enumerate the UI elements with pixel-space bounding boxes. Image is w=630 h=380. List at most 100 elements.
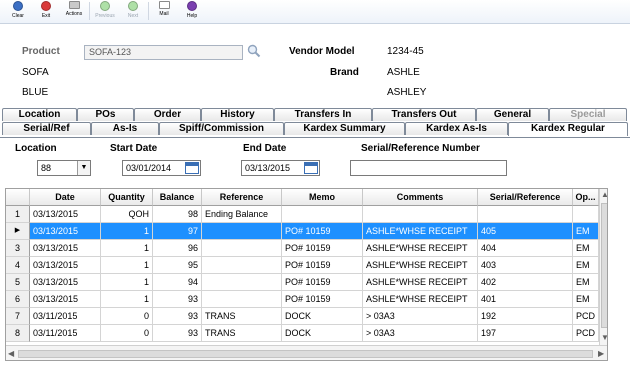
tab-kardex-as-is[interactable]: Kardex As-Is <box>405 122 508 135</box>
column-header-balance[interactable]: Balance <box>153 189 202 206</box>
cell-reference <box>202 223 282 240</box>
location-value: 88 <box>41 163 52 173</box>
column-header-serial-reference[interactable]: Serial/Reference <box>478 189 573 206</box>
row-number[interactable]: 7 <box>6 308 30 325</box>
vertical-scroll-thumb[interactable] <box>601 203 607 328</box>
clear-button[interactable]: Clear <box>4 0 32 22</box>
row-number[interactable]: 3 <box>6 240 30 257</box>
table-row[interactable]: 4 03/13/2015 1 95 PO# 10159 ASHLE*WHSE RECEIP… <box>6 257 599 274</box>
column-header-op[interactable]: Op... <box>573 189 599 206</box>
column-header-memo[interactable]: Memo <box>282 189 363 206</box>
column-header-quantity[interactable]: Quantity <box>101 189 153 206</box>
tab-special[interactable]: Special <box>549 108 627 121</box>
scroll-right-icon[interactable]: ▶ <box>598 349 604 358</box>
tab-kardex-regular[interactable]: Kardex Regular <box>508 122 628 136</box>
location-label: Location <box>15 143 57 154</box>
exit-icon <box>41 1 51 11</box>
cell-comments: ASHLE*WHSE RECEIPT <box>363 291 478 308</box>
brand-value: ASHLE <box>387 67 420 78</box>
previous-icon <box>100 1 110 11</box>
cell-op: EM <box>573 257 599 274</box>
cell-reference <box>202 291 282 308</box>
start-date-label: Start Date <box>110 143 158 154</box>
previous-button[interactable]: Previous <box>91 0 119 22</box>
table-row[interactable]: 1 03/13/2015 QOH 98 Ending Balance <box>6 206 599 223</box>
column-header-date[interactable]: Date <box>30 189 101 206</box>
tab-spiff-commission[interactable]: Spiff/Commission <box>159 122 284 135</box>
table-row[interactable]: ▶ 03/13/2015 1 97 PO# 10159 ASHLE*WHSE RECEIP… <box>6 223 599 240</box>
table-row[interactable]: 7 03/11/2015 0 93 TRANS DOCK > 03A3 192 PCD <box>6 308 599 325</box>
cell-reference <box>202 274 282 291</box>
brand-description: ASHLEY <box>387 87 427 98</box>
row-number[interactable]: 4 <box>6 257 30 274</box>
row-number[interactable]: 1 <box>6 206 30 223</box>
tab-as-is[interactable]: As-Is <box>91 122 159 135</box>
table-row[interactable]: 3 03/13/2015 1 96 PO# 10159 ASHLE*WHSE RECEIP… <box>6 240 599 257</box>
tab-order[interactable]: Order <box>134 108 201 121</box>
tab-location[interactable]: Location <box>2 108 77 121</box>
scroll-up-icon[interactable]: ▲ <box>601 190 607 199</box>
tab-transfers-in[interactable]: Transfers In <box>274 108 372 121</box>
cell-serial-reference: 197 <box>478 325 573 342</box>
chevron-down-icon[interactable]: ▼ <box>77 161 90 175</box>
tab-kardex-summary[interactable]: Kardex Summary <box>284 122 405 135</box>
tab-transfers-out[interactable]: Transfers Out <box>372 108 476 121</box>
vendor-model-value: 1234-45 <box>387 46 424 57</box>
cell-quantity: 1 <box>101 223 153 240</box>
calendar-icon[interactable] <box>304 162 318 174</box>
location-select[interactable]: 88 ▼ <box>37 160 91 176</box>
scroll-left-icon[interactable]: ◀ <box>8 349 14 358</box>
cell-quantity: QOH <box>101 206 153 223</box>
cell-quantity: 0 <box>101 308 153 325</box>
column-header-comments[interactable]: Comments <box>363 189 478 206</box>
cell-op: EM <box>573 291 599 308</box>
exit-label: Exit <box>41 13 51 19</box>
toolbar: Clear Exit Actions Previous Next Mail Help <box>0 0 630 24</box>
table-row[interactable]: 6 03/13/2015 1 93 PO# 10159 ASHLE*WHSE RECEIP… <box>6 291 599 308</box>
product-color: BLUE <box>22 87 49 98</box>
next-button[interactable]: Next <box>119 0 147 22</box>
cell-comments: > 03A3 <box>363 308 478 325</box>
tab-history[interactable]: History <box>201 108 274 121</box>
next-icon <box>128 1 138 11</box>
end-date-label: End Date <box>243 143 287 154</box>
product-input[interactable]: SOFA-123 <box>84 45 243 60</box>
tab-serial-ref[interactable]: Serial/Ref <box>2 122 91 135</box>
mail-button[interactable]: Mail <box>150 0 178 22</box>
exit-button[interactable]: Exit <box>32 0 60 22</box>
column-header-reference[interactable]: Reference <box>202 189 282 206</box>
cell-balance: 94 <box>153 274 202 291</box>
calendar-icon[interactable] <box>185 162 199 174</box>
cell-memo: PO# 10159 <box>282 274 363 291</box>
clear-label: Clear <box>12 13 24 19</box>
current-row-indicator-icon[interactable]: ▶ <box>6 223 30 240</box>
cell-reference: TRANS <box>202 325 282 342</box>
actions-button[interactable]: Actions <box>60 0 88 22</box>
tab-general[interactable]: General <box>476 108 549 121</box>
kardex-grid: Date Quantity Balance Reference Memo Com… <box>5 188 608 361</box>
table-row[interactable]: 5 03/13/2015 1 94 PO# 10159 ASHLE*WHSE RECEIP… <box>6 274 599 291</box>
tab-pos[interactable]: POs <box>77 108 134 121</box>
horizontal-scroll-thumb[interactable] <box>18 350 593 358</box>
serial-reference-input[interactable] <box>350 160 507 176</box>
mail-icon <box>158 1 170 9</box>
row-number[interactable]: 8 <box>6 325 30 342</box>
previous-label: Previous <box>95 13 115 19</box>
cell-date: 03/13/2015 <box>30 223 101 240</box>
search-icon[interactable] <box>247 44 261 58</box>
row-number[interactable]: 5 <box>6 274 30 291</box>
start-date-field[interactable]: 03/01/2014 <box>122 160 201 176</box>
end-date-field[interactable]: 03/13/2015 <box>241 160 320 176</box>
cell-date: 03/11/2015 <box>30 325 101 342</box>
vertical-scrollbar[interactable]: ▲ ▼ <box>599 189 607 345</box>
product-label: Product <box>22 46 60 57</box>
help-button[interactable]: Help <box>178 0 206 22</box>
cell-date: 03/13/2015 <box>30 274 101 291</box>
table-row[interactable]: 8 03/11/2015 0 93 TRANS DOCK > 03A3 197 PCD <box>6 325 599 342</box>
cell-memo: PO# 10159 <box>282 291 363 308</box>
row-number[interactable]: 6 <box>6 291 30 308</box>
scroll-down-icon[interactable]: ▼ <box>601 333 607 342</box>
cell-reference: Ending Balance <box>202 206 282 223</box>
cell-quantity: 1 <box>101 291 153 308</box>
horizontal-scrollbar[interactable]: ◀ ▶ <box>6 345 607 360</box>
